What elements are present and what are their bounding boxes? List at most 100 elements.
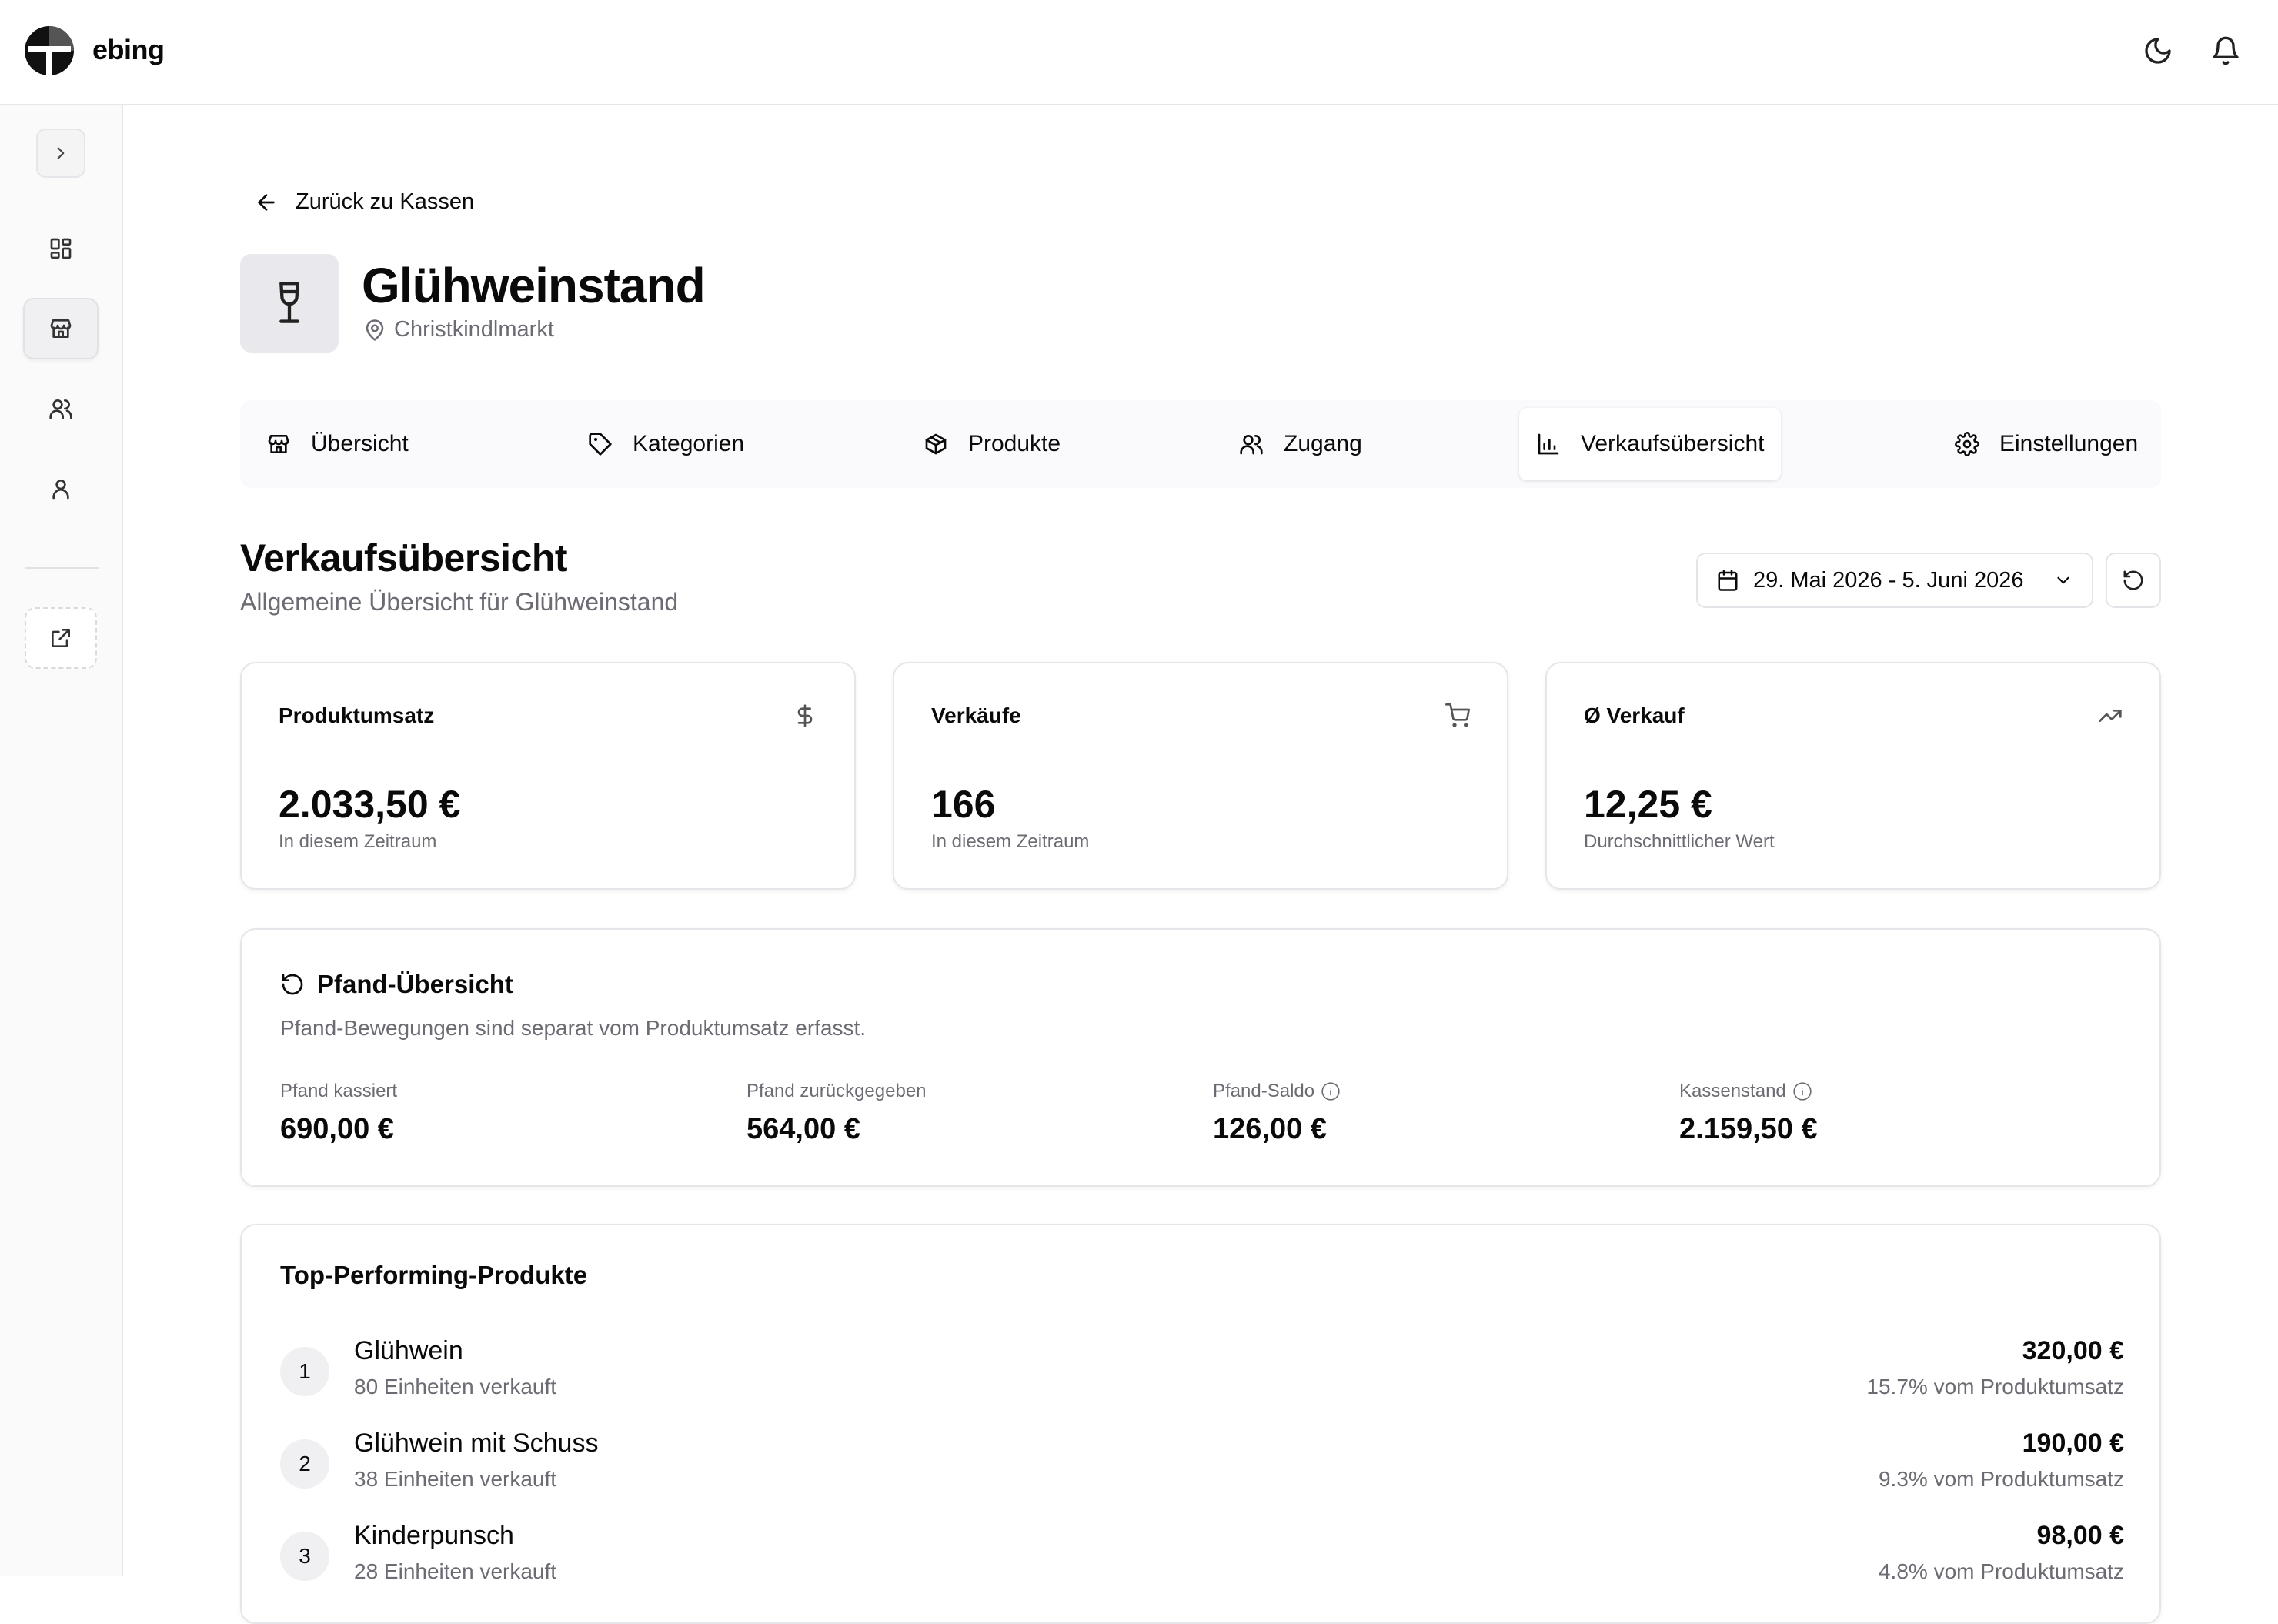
refresh-button[interactable] — [2106, 553, 2161, 608]
section-title: Verkaufsübersicht — [240, 536, 568, 580]
bell-icon[interactable] — [2210, 35, 2241, 66]
tab-categories[interactable]: Kategorien — [571, 408, 761, 480]
user-icon — [52, 480, 69, 500]
deposit-overview-card: Pfand-Übersicht Pfand-Bewegungen sind se… — [240, 928, 2161, 1187]
sidebar-external-link-button[interactable] — [25, 607, 97, 669]
top-products-card: Top-Performing-Produkte 1 Glühwein 80 Ei… — [240, 1224, 2161, 1624]
top-products-title: Top-Performing-Produkte — [280, 1261, 588, 1289]
cart-icon — [1445, 703, 1470, 727]
dollar-icon — [797, 704, 813, 727]
info-icon[interactable] — [1321, 1081, 1341, 1101]
store-icon — [50, 319, 72, 338]
chevron-down-icon — [2057, 576, 2069, 584]
stat-hint: In diesem Zeitraum — [279, 831, 437, 852]
deposit-stat-value: 690,00 € — [280, 1113, 394, 1145]
box-icon — [925, 433, 947, 455]
ebing-logo-icon[interactable] — [25, 26, 74, 75]
deposit-stat-balance: Pfand-Saldo 126,00 € — [1213, 1081, 1341, 1146]
tab-label: Einstellungen — [1999, 431, 2139, 456]
bar-chart-icon — [1538, 433, 1559, 455]
deposit-stat-label: Pfand zurückgegeben — [747, 1081, 927, 1101]
stat-card-sales: Verkäufe 166 In diesem Zeitraum — [893, 662, 1508, 890]
sidebar-item-dashboard[interactable] — [23, 218, 99, 279]
stat-value: 166 — [931, 783, 996, 826]
product-revenue-share: 15.7% vom Produktumsatz — [1866, 1375, 2124, 1398]
list-item: 2 Glühwein mit Schuss 38 Einheiten verka… — [280, 1429, 2124, 1505]
deposit-stat-returned: Pfand zurückgegeben 564,00 € — [747, 1081, 927, 1146]
refresh-icon — [282, 974, 303, 995]
product-revenue: 320,00 € — [2022, 1336, 2124, 1365]
top-bar: ebing — [0, 0, 2278, 105]
brand-name[interactable]: ebing — [92, 34, 165, 66]
product-units-sold: 28 Einheiten verkauft — [354, 1559, 557, 1583]
map-pin-icon — [366, 319, 384, 341]
product-name: Kinderpunsch — [354, 1521, 514, 1550]
stat-card-average-sale: Ø Verkauf 12,25 € Durchschnittlicher Wer… — [1545, 662, 2161, 890]
deposit-overview-title: Pfand-Übersicht — [280, 970, 513, 999]
deposit-stat-cash-balance: Kassenstand 2.159,50 € — [1679, 1081, 1818, 1146]
stat-value: 2.033,50 € — [279, 783, 461, 826]
tab-label: Kategorien — [633, 431, 745, 456]
deposit-stat-value: 2.159,50 € — [1679, 1113, 1818, 1145]
sidebar — [0, 105, 123, 1576]
arrow-left-icon — [258, 193, 275, 211]
product-revenue-share: 9.3% vom Produktumsatz — [1878, 1467, 2124, 1491]
deposit-stat-label: Kassenstand — [1679, 1081, 1786, 1101]
gear-icon — [1955, 432, 1979, 456]
moon-icon[interactable] — [2143, 35, 2173, 66]
deposit-stat-value: 564,00 € — [747, 1113, 860, 1145]
product-revenue: 98,00 € — [2036, 1521, 2124, 1550]
rank-badge: 2 — [280, 1439, 329, 1489]
tab-label: Produkte — [968, 431, 1061, 456]
sidebar-toggle-button[interactable] — [36, 129, 85, 178]
tab-settings[interactable]: Einstellungen — [1938, 408, 2155, 480]
date-range-label: 29. Mai 2026 - 5. Juni 2026 — [1753, 567, 2024, 593]
product-name: Glühwein — [354, 1336, 463, 1365]
info-icon[interactable] — [1792, 1081, 1812, 1101]
rank-badge: 3 — [280, 1532, 329, 1581]
stat-value: 12,25 € — [1584, 783, 1712, 826]
back-link-label: Zurück zu Kassen — [296, 189, 475, 214]
product-revenue-share: 4.8% vom Produktumsatz — [1878, 1559, 2124, 1583]
refresh-icon — [2123, 570, 2143, 590]
deposit-stat-collected: Pfand kassiert 690,00 € — [280, 1081, 397, 1146]
users-icon — [1240, 435, 1263, 455]
sidebar-item-profile[interactable] — [23, 458, 99, 520]
store-icon — [268, 435, 289, 453]
tab-bar: Übersicht Kategorien Produkte Zugang Ver… — [240, 400, 2161, 488]
sidebar-item-users[interactable] — [23, 378, 99, 439]
store-avatar — [240, 254, 339, 353]
deposit-description: Pfand-Bewegungen sind separat vom Produk… — [280, 1016, 867, 1040]
tab-sales-overview[interactable]: Verkaufsübersicht — [1519, 408, 1782, 480]
deposit-title-label: Pfand-Übersicht — [317, 970, 513, 998]
stat-hint: In diesem Zeitraum — [931, 831, 1090, 852]
list-item: 3 Kinderpunsch 28 Einheiten verkauft 98,… — [280, 1521, 2124, 1598]
calendar-icon — [1718, 570, 1738, 591]
product-units-sold: 80 Einheiten verkauft — [354, 1375, 557, 1398]
sidebar-item-stores[interactable] — [23, 298, 99, 359]
back-to-registers-link[interactable]: Zurück zu Kassen — [254, 189, 474, 215]
stat-label: Verkäufe — [931, 703, 1021, 727]
deposit-stat-label: Pfand kassiert — [280, 1081, 398, 1101]
rank-badge: 1 — [280, 1347, 329, 1396]
store-title: Glühweinstand — [362, 258, 706, 313]
date-range-picker[interactable]: 29. Mai 2026 - 5. Juni 2026 — [1696, 553, 2093, 608]
section-subtitle: Allgemeine Übersicht für Glühweinstand — [240, 588, 679, 616]
trending-up-icon — [2099, 710, 2122, 722]
store-location: Christkindlmarkt — [363, 317, 554, 343]
dashboard-icon — [50, 238, 72, 259]
list-item: 1 Glühwein 80 Einheiten verkauft 320,00 … — [280, 1336, 2124, 1413]
users-icon — [49, 399, 72, 419]
product-name: Glühwein mit Schuss — [354, 1429, 599, 1458]
external-link-icon — [52, 629, 70, 647]
tag-icon — [589, 433, 612, 456]
wine-glass-icon — [279, 282, 299, 323]
stat-label: Produktumsatz — [279, 703, 435, 727]
sidebar-divider — [25, 567, 99, 569]
tab-overview[interactable]: Übersicht — [249, 408, 426, 480]
product-units-sold: 38 Einheiten verkauft — [354, 1467, 557, 1491]
stat-label: Ø Verkauf — [1584, 703, 1685, 727]
tab-products[interactable]: Produkte — [907, 408, 1077, 480]
tab-access[interactable]: Zugang — [1222, 408, 1379, 480]
tab-label: Verkaufsübersicht — [1581, 431, 1765, 456]
